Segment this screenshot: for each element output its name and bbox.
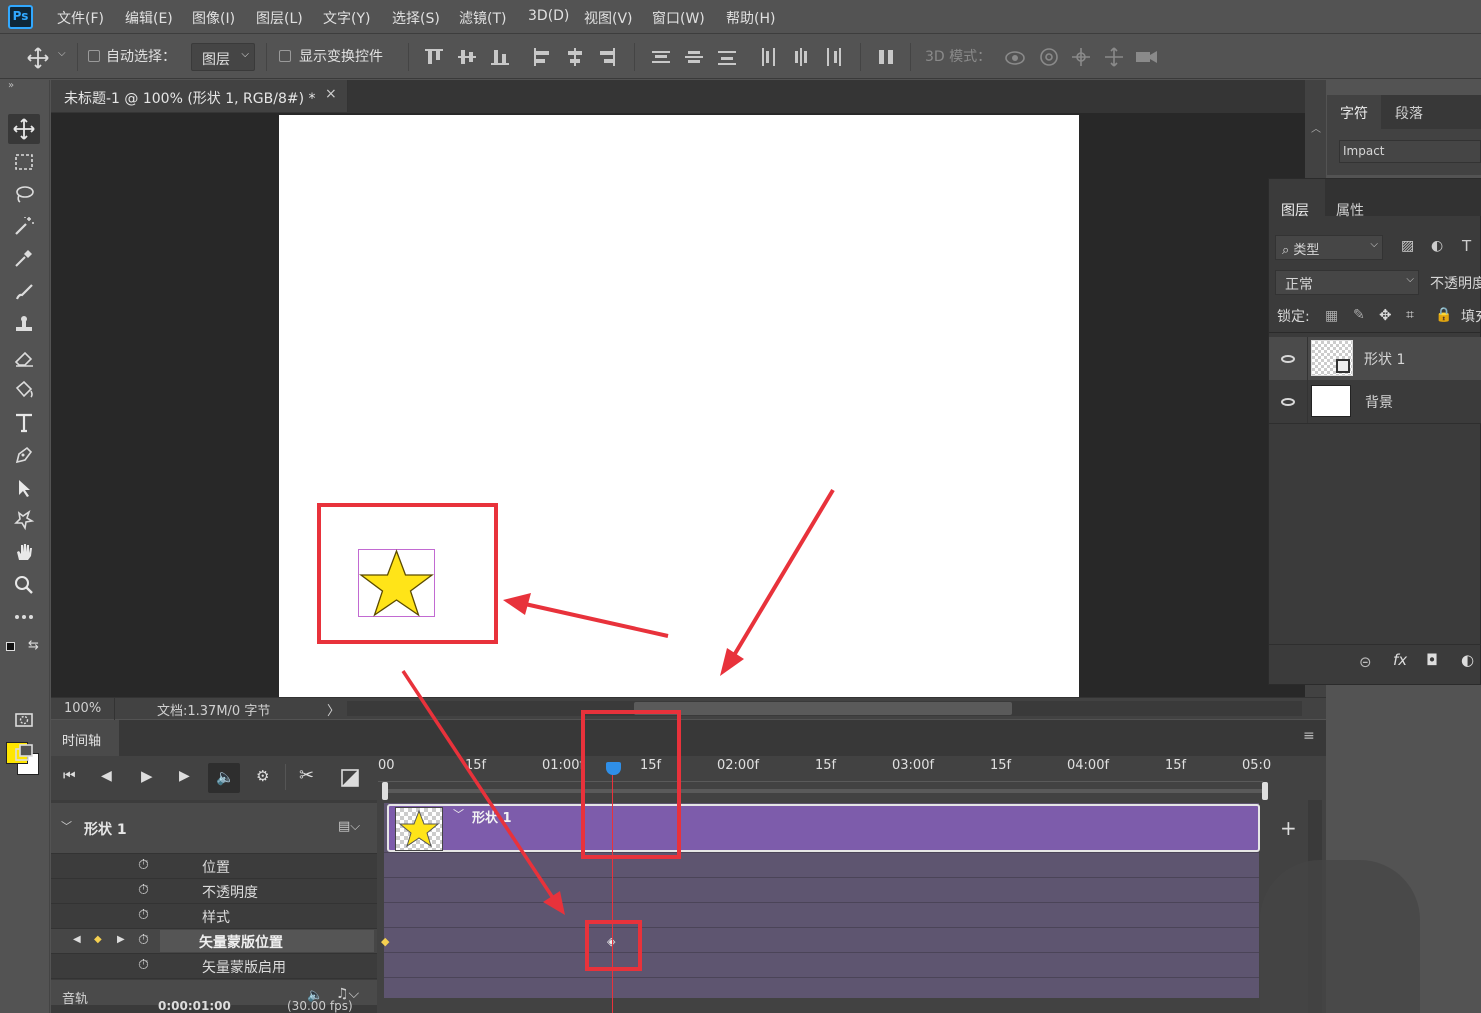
- annotation-arrows: [401, 488, 835, 915]
- overlay-shadow: [1260, 860, 1420, 1013]
